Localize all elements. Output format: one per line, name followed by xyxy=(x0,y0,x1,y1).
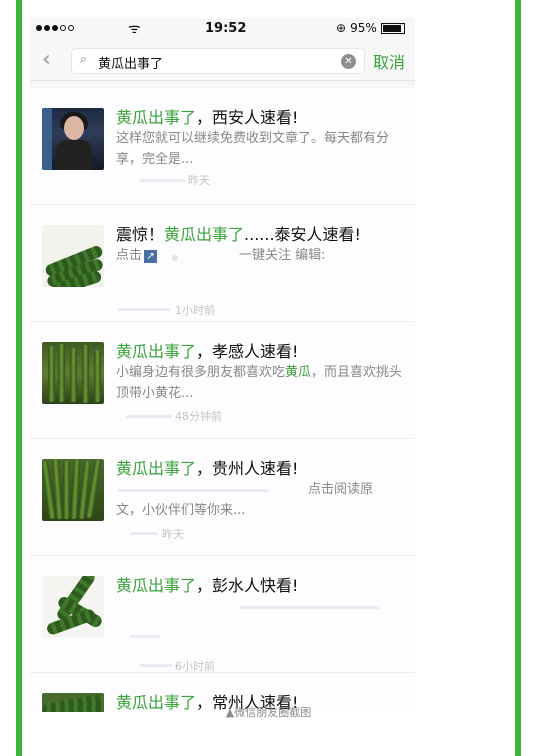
search-input[interactable]: ⌕ 黄瓜出事了 ✕ xyxy=(71,48,365,74)
result-time: 昨天 xyxy=(188,174,210,187)
result-snippet: 这样您就可以继续免费收到文章了。每天都有分享，完全是... xyxy=(116,131,390,167)
green-frame-right xyxy=(515,0,521,756)
search-query: 黄瓜出事了 xyxy=(98,57,164,72)
share-icon: ↗ xyxy=(144,250,158,263)
result-title: 黄瓜出事了，贵州人速看! xyxy=(116,459,299,478)
screenshot-caption: ▲微信朋友圈截图 xyxy=(225,706,312,719)
result-thumbnail xyxy=(42,342,104,404)
result-title: 震惊！黄瓜出事了......泰安人速看! xyxy=(116,225,361,244)
result-time: 48分钟前 xyxy=(175,410,222,423)
result-time: 6小时前 xyxy=(175,660,215,673)
green-frame-left xyxy=(16,0,22,756)
search-icon: ⌕ xyxy=(80,52,88,67)
result-item[interactable]: 黄瓜出事了，贵州人速看! 点击阅读原 文，小伙伴们等你来... 昨天 xyxy=(30,439,415,556)
clear-icon[interactable]: ✕ xyxy=(341,54,356,69)
result-snippet: 点击 ↗ 一键关注 编辑: xyxy=(116,248,326,263)
battery-icon xyxy=(380,22,405,34)
result-time: 昨天 xyxy=(162,528,184,541)
result-title: 黄瓜出事了，彭水人快看! xyxy=(116,576,299,595)
search-bar: ‹ ⌕ 黄瓜出事了 ✕ 取消 xyxy=(30,40,415,81)
phone-screenshot: ᯤ 19:52 ⊕ 95% ‹ ⌕ 黄瓜出事了 ✕ 取消 黄瓜出事了，西安人速看… xyxy=(30,18,415,712)
rotation-lock-icon: ⊕ xyxy=(336,21,347,35)
result-item[interactable]: 黄瓜出事了，西安人速看! 这样您就可以继续免费收到文章了。每天都有分享，完全是.… xyxy=(30,88,415,205)
result-thumbnail xyxy=(42,576,104,638)
result-snippet: 小编身边有很多朋友都喜欢吃黄瓜，而且喜欢挑头顶带小黄花... xyxy=(116,365,403,401)
status-bar: ᯤ 19:52 ⊕ 95% xyxy=(30,18,415,40)
result-item[interactable]: 震惊！黄瓜出事了......泰安人速看! 点击 ↗ 一键关注 编辑: 1小时前 xyxy=(30,205,415,322)
result-title: 黄瓜出事了，孝感人速看! xyxy=(116,342,299,361)
battery-area: ⊕ 95% xyxy=(336,21,405,35)
battery-percent: 95% xyxy=(350,21,377,35)
result-snippet: 点击阅读原 文，小伙伴们等你来... xyxy=(116,482,374,518)
result-time: 1小时前 xyxy=(175,304,215,317)
result-thumbnail xyxy=(42,459,104,521)
result-title: 黄瓜出事了，西安人速看! xyxy=(116,108,299,127)
back-button[interactable]: ‹ xyxy=(42,47,51,72)
result-thumbnail xyxy=(42,225,104,287)
result-thumbnail xyxy=(42,108,104,170)
cancel-button[interactable]: 取消 xyxy=(373,49,405,73)
result-item[interactable]: 黄瓜出事了，孝感人速看! 小编身边有很多朋友都喜欢吃黄瓜，而且喜欢挑头顶带小黄花… xyxy=(30,322,415,439)
result-item[interactable]: 黄瓜出事了，彭水人快看! 6小时前 xyxy=(30,556,415,673)
wifi-icon: ᯤ xyxy=(128,21,141,37)
signal-icon xyxy=(36,25,74,31)
status-time: 19:52 xyxy=(205,21,247,36)
